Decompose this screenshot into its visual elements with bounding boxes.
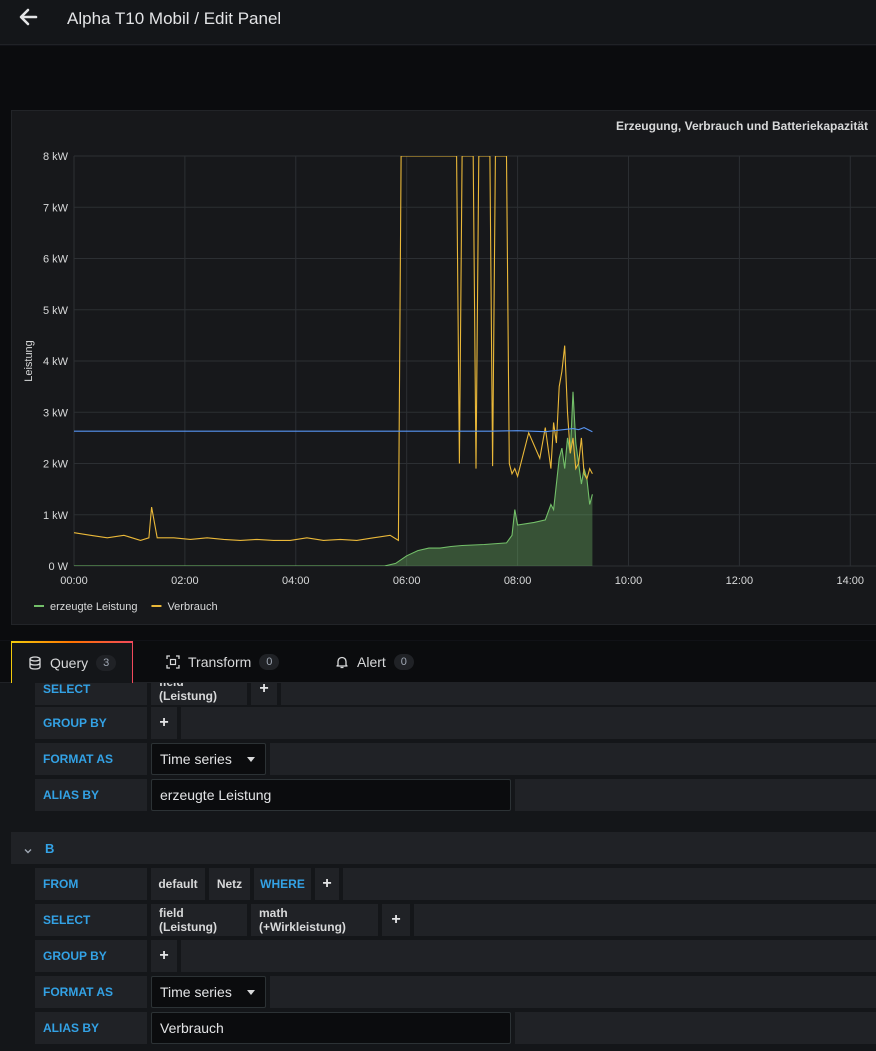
x-tick-label: 04:00 [282,575,310,587]
add-select-button[interactable]: + [382,904,410,936]
group-by-keyword: GROUP BY [35,940,147,972]
x-tick-label: 00:00 [60,575,88,587]
from-keyword: FROM [35,868,147,900]
add-select-button[interactable]: + [251,683,277,705]
time-series-chart: 0 W 1 kW 2 kW 3 kW 4 kW 5 kW 6 kW 7 kW 8 kW 00:00… [23,151,876,613]
tab-query[interactable]: Query 3 [11,641,133,683]
select-field-segment[interactable]: field (Leistung) [151,904,247,936]
x-tick-label: 10:00 [615,575,643,587]
query-b-format-row: FORMAT AS Time series [35,976,876,1008]
query-a-alias-row: ALIAS BY erzeugte Leistung [35,779,876,811]
y-tick-label: 1 kW [43,510,69,522]
query-a-select-row: SELECT field (Leistung) + [35,683,876,705]
alias-by-keyword: ALIAS BY [35,779,147,811]
x-tick-label: 06:00 [393,575,421,587]
y-tick-label: 6 kW [43,254,69,266]
legend-entry: erzeugte Leistung [50,601,137,613]
tab-query-count: 3 [96,655,117,671]
format-as-value: Time series [160,984,232,1000]
y-tick-label: 4 kW [43,356,69,368]
caret-down-icon [247,990,255,995]
y-tick-label: 2 kW [43,459,69,471]
y-tick-label: 0 W [48,561,68,573]
row-filler [270,743,876,775]
database-icon [28,656,42,670]
y-tick-label: 5 kW [43,305,69,317]
query-a-format-row: FORMAT AS Time series [35,743,876,775]
format-as-select[interactable]: Time series [151,976,266,1008]
format-as-value: Time series [160,751,232,767]
editor-tabs: Query 3 Transform 0 Alert 0 [0,641,876,683]
tab-query-label: Query [50,655,89,671]
tab-alert[interactable]: Alert 0 [335,641,414,683]
query-a-groupby-row: GROUP BY + [35,707,876,739]
tab-alert-count: 0 [393,654,414,670]
transform-icon [166,655,180,669]
format-as-keyword: FORMAT AS [35,743,147,775]
group-by-keyword: GROUP BY [35,707,147,739]
format-as-select[interactable]: Time series [151,743,266,775]
tab-transform-label: Transform [188,654,252,670]
from-policy-segment[interactable]: default [151,868,205,900]
x-tick-label: 02:00 [171,575,199,587]
alias-by-input[interactable]: Verbrauch [151,1012,511,1044]
row-filler [343,868,876,900]
tab-transform[interactable]: Transform 0 [166,641,280,683]
graph-panel: Erzeugung, Verbrauch und Batteriekapazit… [11,110,876,625]
x-tick-label: 12:00 [726,575,754,587]
query-b-alias-row: ALIAS BY Verbrauch [35,1012,876,1044]
query-b-select-row: SELECT field (Leistung) math (+Wirkleist… [35,904,876,936]
row-filler [270,976,876,1008]
format-as-keyword: FORMAT AS [35,976,147,1008]
alias-by-input[interactable]: erzeugte Leistung [151,779,511,811]
select-math-segment[interactable]: math (+Wirkleistung) [251,904,378,936]
x-tick-label: 14:00 [837,575,865,587]
add-where-button[interactable]: + [315,868,339,900]
row-filler [515,779,876,811]
caret-down-icon [247,757,255,762]
select-field-segment[interactable]: field (Leistung) [151,683,247,705]
query-b-from-row: FROM default Netz WHERE + [35,868,876,900]
y-tick-label: 7 kW [43,202,69,214]
page-title: Alpha T10 Mobil / Edit Panel [67,9,282,28]
alias-by-keyword: ALIAS BY [35,1012,147,1044]
arrow-left-icon[interactable] [14,4,44,30]
add-group-by-button[interactable]: + [151,707,177,739]
select-keyword: SELECT [35,683,147,705]
select-keyword: SELECT [35,904,147,936]
series-line-1 [74,156,593,542]
row-filler [181,707,876,739]
y-tick-label: 8 kW [43,151,69,163]
x-tick-label: 08:00 [504,575,532,587]
y-axis-label: Leistung [23,340,35,382]
top-bar: Alpha T10 Mobil / Edit Panel [0,0,876,45]
y-tick-label: 3 kW [43,407,69,419]
bell-icon [335,655,349,669]
query-b-header[interactable]: B [11,832,876,864]
query-editor: SELECT field (Leistung) + GROUP BY + FOR… [0,683,876,1051]
query-b-groupby-row: GROUP BY + [35,940,876,972]
row-filler [181,940,876,972]
tab-alert-label: Alert [357,654,386,670]
where-keyword: WHERE [254,868,311,900]
row-filler [281,683,876,705]
chevron-down-icon[interactable] [23,843,33,854]
row-filler [515,1012,876,1044]
add-group-by-button[interactable]: + [151,940,177,972]
series-line-2 [74,427,593,433]
legend-entry: Verbrauch [167,601,217,613]
from-measurement-segment[interactable]: Netz [209,868,250,900]
query-b-name: B [45,840,55,856]
row-filler [414,904,876,936]
tab-transform-count: 0 [259,654,280,670]
